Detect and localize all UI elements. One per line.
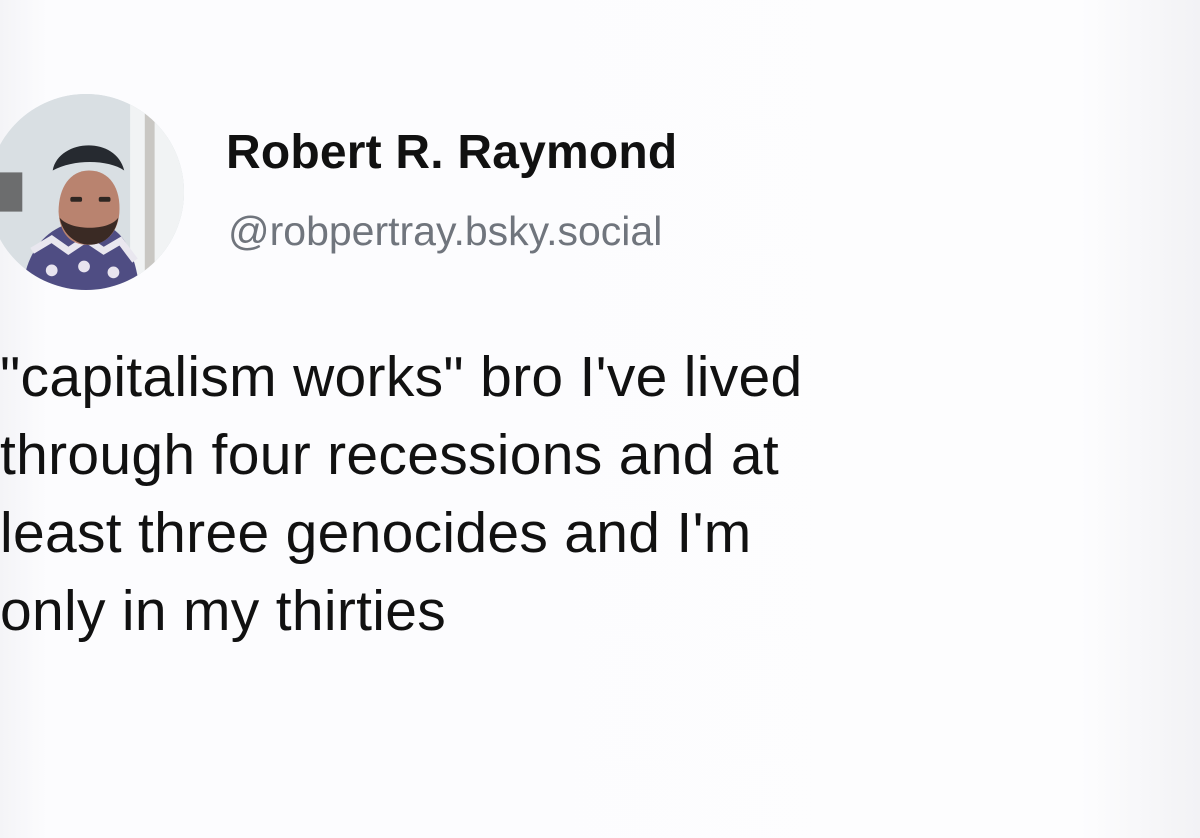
author-avatar[interactable] (0, 94, 184, 290)
social-post: Robert R. Raymond @robpertray.bsky.socia… (0, 0, 1200, 838)
author-handle[interactable]: @robpertray.bsky.social (228, 206, 662, 256)
profile-photo-icon (0, 94, 184, 290)
author-display-name[interactable]: Robert R. Raymond (226, 124, 677, 182)
post-text: "capitalism works" bro I've lived throug… (0, 345, 803, 643)
